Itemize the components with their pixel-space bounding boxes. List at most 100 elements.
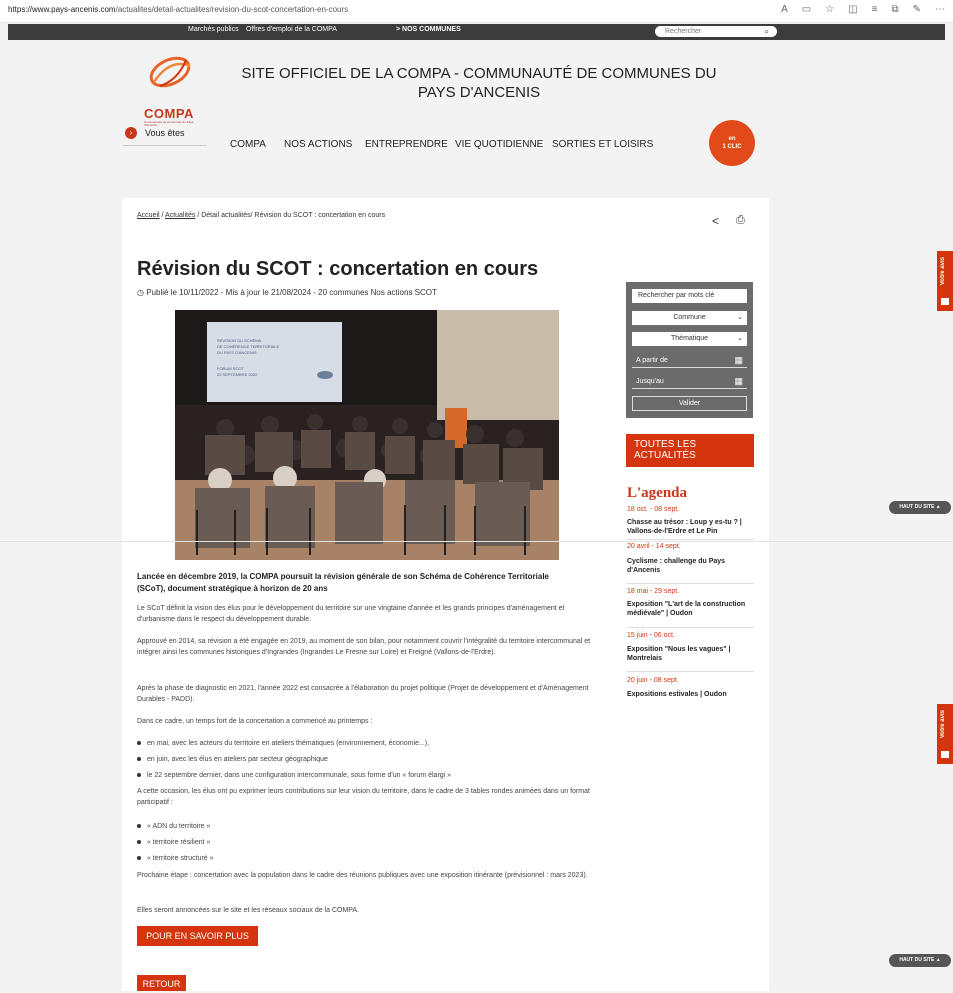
- nav-compa[interactable]: COMPA: [230, 139, 266, 150]
- valider-button[interactable]: Valider: [632, 396, 747, 411]
- article-paragraph: A cette occasion, les élus ont pu exprim…: [137, 788, 590, 806]
- thematique-select[interactable]: Thématique ⌄: [632, 332, 747, 346]
- bullet-icon: [137, 840, 141, 845]
- date-from-field[interactable]: A partir de ▦: [632, 353, 747, 368]
- event-title[interactable]: Chasse au trésor : Loup y es-tu ? | Vall…: [627, 518, 757, 536]
- chevron-down-icon: ⌄: [737, 314, 743, 321]
- screen-line-2: DE COHÉRENCE TERRITORIALE: [217, 344, 280, 349]
- meta-text: Publié le 10/11/2022 - Mis à jour le 21/…: [146, 288, 437, 297]
- screen-line-3: DU PAYS D'ANCENIS: [217, 350, 257, 355]
- list-item-text: le 22 septembre dernier, dans une config…: [147, 772, 452, 779]
- page-title: Révision du SCOT : concertation en cours: [137, 258, 539, 280]
- calendar-icon[interactable]: ▦: [734, 374, 743, 389]
- collections-icon[interactable]: ⧉: [891, 4, 898, 15]
- screen-line-4: FORUM SCOT: [217, 366, 244, 371]
- list-item: en mai, avec les acteurs du territoire e…: [137, 740, 429, 747]
- haut-du-site-button[interactable]: HAUT DU SITE ▲: [889, 501, 951, 514]
- search-icon[interactable]: ⌕: [765, 26, 769, 37]
- feedback-icon: [941, 751, 949, 758]
- top-utility-bar: Marchés publics Offres d'emploi de la CO…: [8, 24, 945, 40]
- vous-etes-label: Vous êtes: [145, 128, 185, 138]
- votre-avis-tab[interactable]: Votre avis: [937, 704, 953, 764]
- haut-du-site-button[interactable]: HAUT DU SITE ▲: [889, 954, 951, 967]
- retour-button[interactable]: RETOUR: [137, 975, 186, 991]
- event-title[interactable]: Exposition "Nous les vagues" | Montrelai…: [627, 645, 757, 663]
- read-aloud-icon[interactable]: A: [781, 4, 788, 15]
- divider: [627, 539, 754, 540]
- screen-line-1: RÉVISION DU SCHÉMA: [217, 338, 262, 343]
- commune-select-value: Commune: [673, 314, 706, 321]
- article-meta: ◷ Publié le 10/11/2022 - Mis à jour le 2…: [137, 288, 437, 297]
- article-paragraph: Après la phase de diagnostic en 2021, l'…: [137, 685, 589, 703]
- article-paragraph: Le SCoT définit la vision des élus pour …: [137, 605, 565, 623]
- reader-icon[interactable]: ▭: [802, 4, 811, 15]
- list-item: le 22 septembre dernier, dans une config…: [137, 772, 451, 779]
- calendar-icon[interactable]: ▦: [734, 353, 743, 368]
- list-item-text: « territoire résilient »: [147, 839, 211, 846]
- nav-nos-actions[interactable]: NOS ACTIONS: [284, 139, 352, 150]
- browser-icons: A ▭ ☆ ◫ ≡ ⧉ ✎ ⋯: [781, 4, 945, 15]
- date-to-field[interactable]: Jusqu'au ▦: [632, 374, 747, 389]
- split-screen-icon[interactable]: ◫: [848, 4, 857, 15]
- divider: [627, 583, 754, 584]
- event-title[interactable]: Cyclisme : challenge du Pays d'Ancenis: [627, 557, 757, 575]
- logo-text: COMPA: [144, 106, 194, 121]
- favorite-star-icon[interactable]: ☆: [825, 4, 834, 15]
- print-icon[interactable]: ⎙: [736, 214, 745, 227]
- breadcrumb-home[interactable]: Accueil: [137, 212, 160, 219]
- toutes-actualites-button[interactable]: TOUTES LES ACTUALITÉS: [626, 434, 754, 467]
- divider: [627, 627, 754, 628]
- divider: [627, 671, 754, 672]
- list-item: « territoire résilient »: [137, 839, 210, 846]
- screen-line-5: 22 SEPTEMBRE 2022: [217, 372, 258, 377]
- article-paragraph: Approuvé en 2014, sa révision a été enga…: [137, 638, 591, 656]
- commune-select[interactable]: Commune ⌄: [632, 311, 747, 325]
- nav-vie-quotidienne[interactable]: VIE QUOTIDIENNE: [455, 139, 543, 150]
- en-savoir-plus-button[interactable]: POUR EN SAVOIR PLUS: [137, 926, 258, 946]
- clic-line1: en: [728, 136, 736, 142]
- breadcrumb-actualites[interactable]: Actualités: [165, 212, 195, 219]
- link-offres-emploi[interactable]: Offres d'emploi de la COMPA: [246, 26, 337, 33]
- link-nos-communes[interactable]: > NOS COMMUNES: [396, 26, 461, 33]
- link-marches-publics[interactable]: Marchés publics: [188, 26, 239, 33]
- search-input[interactable]: Rechercher ⌕: [655, 26, 777, 37]
- votre-avis-label: Votre avis: [940, 257, 946, 286]
- chevron-up-icon: ▲: [935, 504, 941, 510]
- event-title[interactable]: Expositions estivales | Oudon: [627, 690, 757, 699]
- event-date: 18 oct. - 08 sept.: [627, 506, 680, 513]
- event-date: 15 juin - 06 oct.: [627, 632, 675, 639]
- bullet-icon: [137, 757, 141, 762]
- search-placeholder: Rechercher: [665, 28, 702, 35]
- list-item-text: « ADN du territoire »: [147, 823, 211, 830]
- haut-du-site-label: HAUT DU SITE: [899, 957, 935, 963]
- article-paragraph: Dans ce cadre, un temps fort de la conce…: [137, 718, 373, 725]
- list-item-text: en juin, avec les élus en ateliers par s…: [147, 756, 328, 763]
- en-1-clic-button[interactable]: en 1 CLIC: [709, 120, 755, 166]
- article-paragraph: Elles seront annoncées sur le site et le…: [137, 907, 360, 914]
- browser-toolbar: https://www.pays-ancenis.com/actualites/…: [0, 0, 953, 23]
- votre-avis-label: Votre avis: [940, 710, 946, 739]
- share-icon[interactable]: <: [712, 214, 719, 228]
- list-item-text: « territoire structuré »: [147, 855, 214, 862]
- event-date: 20 avril - 14 sept.: [627, 543, 681, 550]
- list-item: « territoire structuré »: [137, 855, 214, 862]
- url-host: https://www.pays-ancenis.com: [8, 5, 116, 14]
- votre-avis-tab[interactable]: Votre avis: [937, 251, 953, 311]
- bullet-icon: [137, 741, 141, 746]
- chevron-down-icon: ⌄: [737, 335, 743, 342]
- more-menu-icon[interactable]: ⋯: [935, 4, 945, 15]
- feedback-icon: [941, 298, 949, 305]
- keyword-search-input[interactable]: Rechercher par mots clé: [632, 289, 747, 303]
- event-title[interactable]: Exposition "L'art de la construction méd…: [627, 600, 757, 618]
- extensions-icon[interactable]: ✎: [913, 4, 921, 15]
- divider: [0, 541, 953, 542]
- list-item: « ADN du territoire »: [137, 823, 210, 830]
- favorites-list-icon[interactable]: ≡: [872, 4, 878, 15]
- address-bar[interactable]: https://www.pays-ancenis.com/actualites/…: [8, 5, 348, 14]
- thematique-select-value: Thématique: [671, 335, 708, 342]
- list-item-text: en mai, avec les acteurs du territoire e…: [147, 740, 430, 747]
- nav-sorties-loisirs[interactable]: SORTIES ET LOISIRS: [552, 139, 653, 150]
- event-date: 20 juin - 08 sept.: [627, 677, 679, 684]
- nav-entreprendre[interactable]: ENTREPRENDRE: [365, 139, 448, 150]
- site-title: SITE OFFICIEL DE LA COMPA - COMMUNAUTÉ D…: [241, 65, 717, 101]
